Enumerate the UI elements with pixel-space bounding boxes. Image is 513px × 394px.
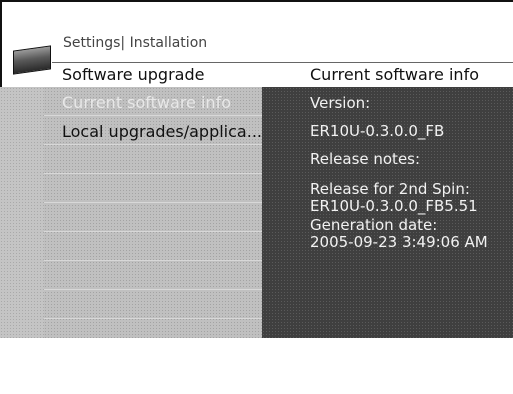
menu-item-empty bbox=[44, 174, 262, 203]
footer-area bbox=[0, 338, 513, 394]
version-label: Version: bbox=[310, 94, 371, 112]
menu-panel: Current software info Local upgrades/app… bbox=[0, 87, 262, 338]
release-notes-line2: ER10U-0.3.0.0_FB5.51 bbox=[310, 197, 478, 215]
menu-title: Software upgrade bbox=[62, 65, 205, 84]
menu-item-empty bbox=[44, 232, 262, 261]
menu-item-empty bbox=[44, 145, 262, 174]
info-panel: Version: ER10U-0.3.0.0_FB Release notes:… bbox=[262, 87, 513, 338]
menu-list: Current software info Local upgrades/app… bbox=[44, 87, 262, 338]
version-value: ER10U-0.3.0.0_FB bbox=[310, 122, 445, 140]
info-title: Current software info bbox=[310, 65, 479, 84]
release-notes-label: Release notes: bbox=[310, 150, 421, 168]
menu-item-label: Current software info bbox=[62, 93, 231, 112]
header-row: Software upgrade Current software info bbox=[52, 62, 513, 87]
generation-date-value: 2005-09-23 3:49:06 AM bbox=[310, 233, 488, 251]
menu-item-label: Local upgrades/applica... bbox=[62, 122, 262, 141]
menu-item-empty bbox=[44, 261, 262, 290]
release-notes-line1: Release for 2nd Spin: bbox=[310, 180, 470, 198]
breadcrumb: Settings| Installation bbox=[63, 35, 208, 51]
generation-date-label: Generation date: bbox=[310, 216, 438, 234]
menu-item-empty bbox=[44, 203, 262, 232]
menu-item-current-software-info[interactable]: Current software info bbox=[44, 87, 262, 116]
menu-item-local-upgrades[interactable]: Local upgrades/applica... bbox=[44, 116, 262, 145]
menu-item-empty bbox=[44, 290, 262, 319]
